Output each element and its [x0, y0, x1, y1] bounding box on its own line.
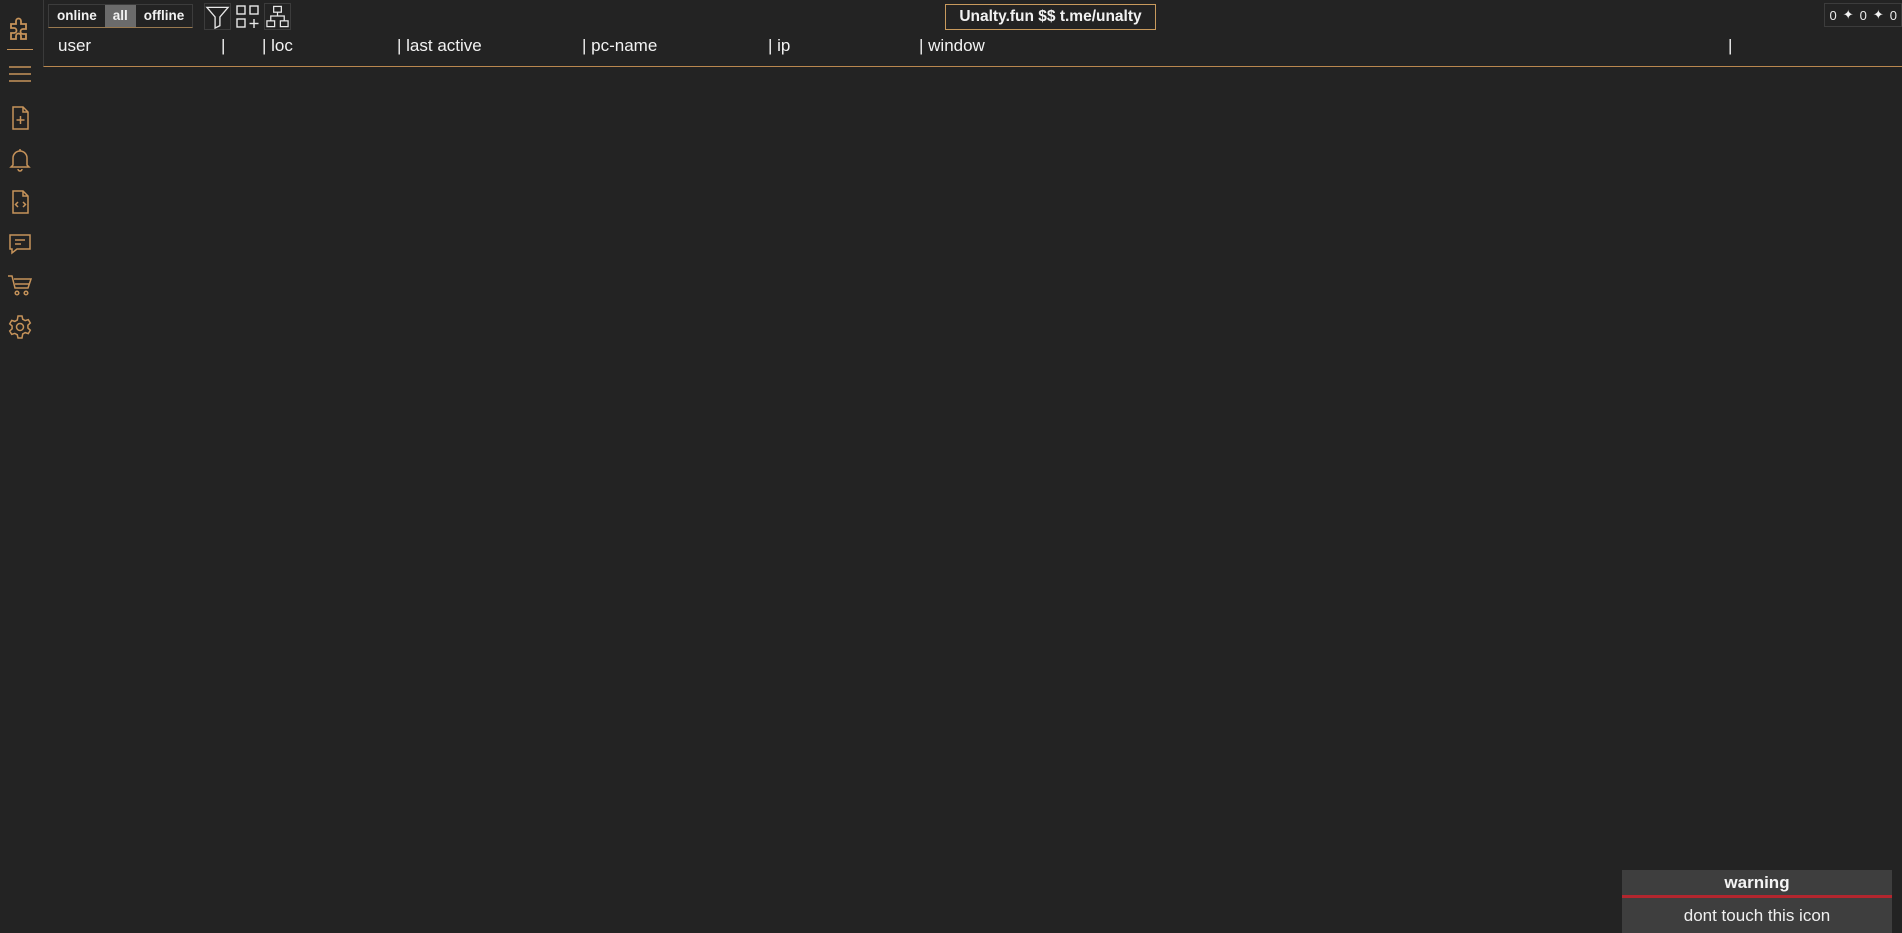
brand-badge: Unalty.fun $$ t.me/unalty [945, 4, 1156, 30]
column-divider: | [221, 36, 226, 55]
cart-icon[interactable] [6, 271, 34, 299]
counter-online: 0 [1829, 7, 1837, 23]
filter-offline-button[interactable]: offline [136, 5, 193, 27]
column-last-active[interactable]: | last active [397, 36, 482, 56]
column-ip[interactable]: | ip [768, 36, 790, 56]
filter-icon[interactable] [204, 3, 231, 30]
column-window[interactable]: | window [919, 36, 985, 56]
puzzle-icon[interactable] [6, 14, 34, 42]
column-loc[interactable]: | loc [262, 36, 293, 56]
status-counters: 0 ✦ 0 ✦ 0 [1824, 3, 1902, 27]
sidebar [0, 0, 40, 933]
sidebar-divider [7, 49, 33, 50]
menu-icon[interactable] [6, 60, 34, 88]
grid-add-icon[interactable] [234, 3, 261, 30]
bell-icon[interactable] [6, 146, 34, 174]
filter-all-button[interactable]: all [104, 5, 136, 27]
network-icon[interactable] [264, 3, 291, 30]
column-user[interactable]: user [58, 36, 91, 56]
gear-icon[interactable] [6, 313, 34, 341]
counter-separator: ✦ [1872, 7, 1884, 22]
message-icon[interactable] [6, 230, 34, 258]
column-divider: | [1728, 36, 1733, 55]
counter-all: 0 [1859, 7, 1867, 23]
toast-title: warning [1724, 873, 1790, 892]
counter-offline: 0 [1889, 7, 1897, 23]
file-add-icon[interactable] [6, 104, 34, 132]
file-code-icon[interactable] [6, 188, 34, 216]
top-bar: online all offline Unalty.fun $$ t.me/un… [43, 0, 1902, 67]
toast-message: dont touch this icon [1683, 906, 1831, 925]
table-header: user | | loc | last active | pc-name | i… [44, 34, 1902, 60]
warning-toast[interactable]: warning dont touch this icon [1622, 870, 1892, 933]
status-filter: online all offline [48, 4, 194, 28]
column-pc-name[interactable]: | pc-name [582, 36, 657, 56]
filter-online-button[interactable]: online [49, 5, 105, 27]
counter-separator: ✦ [1842, 7, 1854, 22]
